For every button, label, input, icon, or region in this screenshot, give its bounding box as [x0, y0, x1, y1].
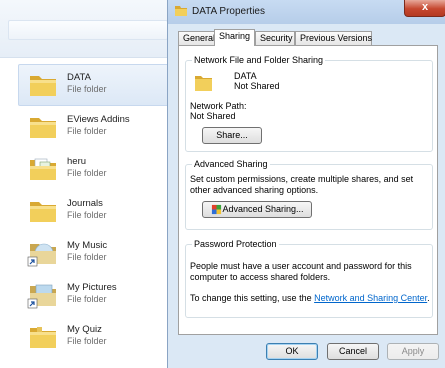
- file-type: File folder: [67, 126, 107, 136]
- list-item[interactable]: EViews Addins File folder: [18, 106, 175, 148]
- password-protection-group: Password Protection People must have a u…: [185, 239, 433, 318]
- folder-icon: [30, 202, 56, 222]
- share-status: Not Shared: [234, 81, 280, 91]
- tab-label: Previous Versions: [300, 33, 373, 43]
- folder-icon: [30, 118, 56, 138]
- list-item[interactable]: heru File folder: [18, 148, 175, 190]
- list-item[interactable]: My Music File folder: [18, 232, 175, 274]
- list-item[interactable]: DATA File folder: [18, 64, 175, 106]
- ok-button[interactable]: OK: [266, 343, 318, 360]
- group-title: Advanced Sharing: [192, 159, 270, 169]
- share-button[interactable]: Share...: [202, 127, 262, 144]
- pictures-shortcut-icon: [27, 284, 56, 309]
- network-path-value: Not Shared: [190, 111, 236, 121]
- file-type: File folder: [67, 294, 107, 304]
- file-name: My Music: [67, 240, 108, 251]
- list-item[interactable]: Journals File folder: [18, 190, 175, 232]
- folder-icon: [195, 76, 212, 91]
- sharing-panel: Network File and Folder Sharing DATA Not…: [178, 45, 438, 335]
- advanced-sharing-description: Set custom permissions, create multiple …: [190, 174, 414, 195]
- properties-dialog: DATA Properties x General Sharing Securi…: [167, 0, 445, 368]
- file-name: EViews Addins: [67, 114, 130, 125]
- shield-icon: [211, 204, 222, 215]
- close-button[interactable]: x: [404, 0, 445, 17]
- file-type: File folder: [67, 168, 107, 178]
- file-name: My Pictures: [67, 282, 117, 293]
- list-item[interactable]: My Pictures File folder: [18, 274, 175, 316]
- tab-previous-versions[interactable]: Previous Versions: [295, 31, 372, 45]
- tab-general[interactable]: General: [178, 31, 215, 45]
- folder-icon: [30, 327, 56, 348]
- file-list: DATA File folder EViews Addins File fold…: [18, 64, 175, 358]
- explorer-pane: DATA File folder EViews Addins File fold…: [0, 0, 175, 368]
- change-setting-line: To change this setting, use the Network …: [190, 293, 430, 304]
- file-type: File folder: [67, 336, 107, 346]
- folder-with-files-icon: [30, 158, 56, 180]
- folder-icon: [30, 76, 56, 96]
- group-title: Password Protection: [192, 239, 279, 249]
- advanced-sharing-group: Advanced Sharing Set custom permissions,…: [185, 159, 433, 230]
- list-item[interactable]: My Quiz File folder: [18, 316, 175, 358]
- tab-label: Security: [260, 33, 293, 43]
- file-name: heru: [67, 156, 87, 167]
- dialog-titlebar[interactable]: DATA Properties x: [168, 0, 445, 24]
- file-type: File folder: [67, 210, 107, 220]
- file-name: My Quiz: [67, 324, 102, 335]
- close-icon: x: [421, 1, 429, 13]
- explorer-header: [0, 0, 175, 58]
- link-suffix: .: [427, 293, 430, 303]
- dialog-title: DATA Properties: [192, 6, 265, 17]
- tab-sharing[interactable]: Sharing: [214, 29, 255, 46]
- tab-label: General: [183, 33, 216, 43]
- group-title: Network File and Folder Sharing: [192, 55, 326, 65]
- tab-label: Sharing: [219, 31, 251, 41]
- password-protection-description: People must have a user account and pass…: [190, 261, 412, 282]
- file-name: DATA: [67, 72, 91, 83]
- tab-security[interactable]: Security: [255, 31, 295, 45]
- file-type: File folder: [67, 84, 107, 94]
- folder-icon: [175, 6, 187, 16]
- advanced-sharing-button[interactable]: Advanced Sharing...: [202, 201, 312, 218]
- apply-button[interactable]: Apply: [387, 343, 439, 360]
- cancel-button[interactable]: Cancel: [327, 343, 379, 360]
- explorer-toolbar-area: [8, 20, 168, 40]
- network-sharing-center-link[interactable]: Network and Sharing Center: [314, 293, 427, 303]
- file-type: File folder: [67, 252, 107, 262]
- file-name: Journals: [67, 198, 103, 209]
- change-setting-text: To change this setting, use the: [190, 293, 312, 303]
- music-shortcut-icon: [27, 243, 56, 267]
- advanced-sharing-button-label: Advanced Sharing...: [222, 204, 304, 214]
- network-sharing-group: Network File and Folder Sharing DATA Not…: [185, 55, 433, 152]
